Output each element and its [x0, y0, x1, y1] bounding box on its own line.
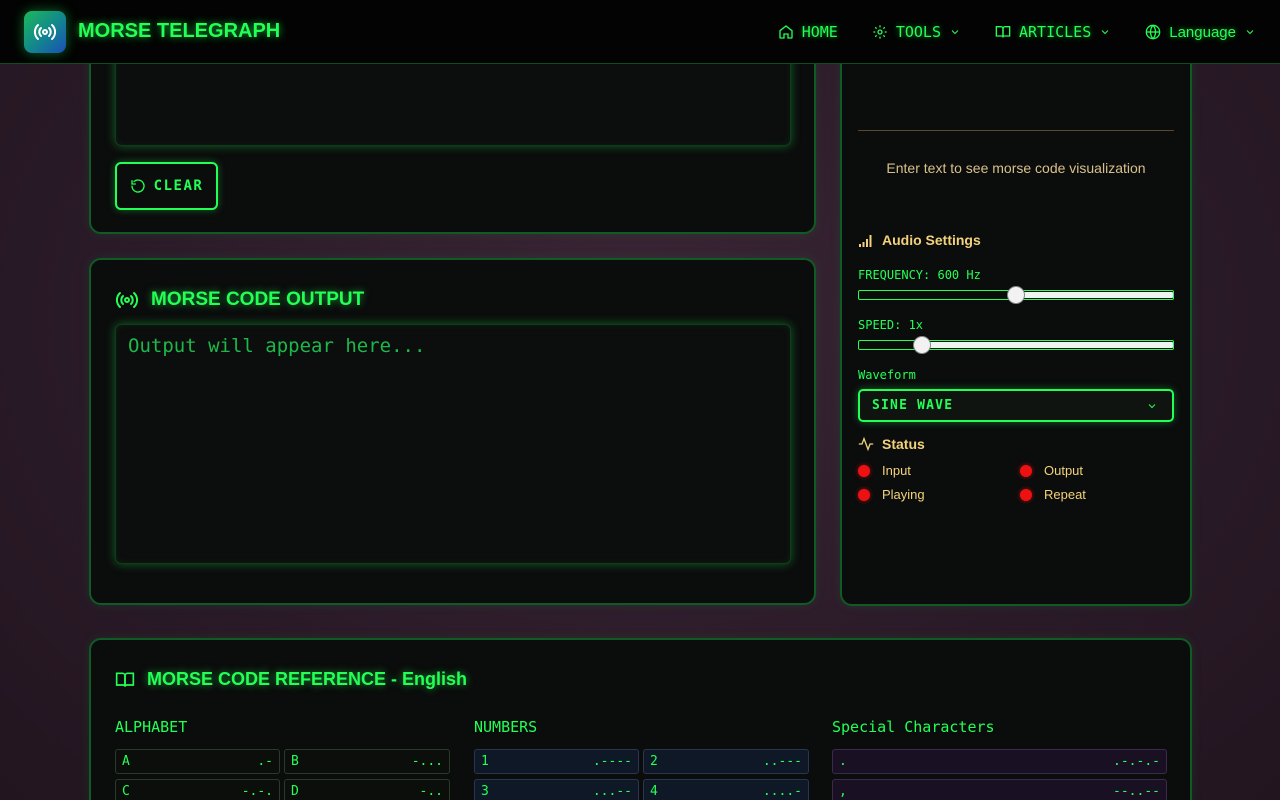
book-icon	[115, 672, 135, 687]
globe-icon	[1145, 24, 1161, 40]
status-repeat: Repeat	[1020, 487, 1086, 502]
alphabet-title: ALPHABET	[115, 718, 188, 736]
ref-code: -..	[419, 784, 443, 799]
visualization-text: Enter text to see morse code visualizati…	[886, 160, 1146, 176]
speed-slider-fill	[922, 342, 1173, 348]
reference-cell[interactable]: . .-.-.-	[832, 749, 1167, 774]
radio-broadcast-icon	[33, 24, 57, 40]
input-panel: CLEAR	[89, 40, 816, 234]
waveform-selected-value: SINE WAVE	[872, 398, 954, 413]
frequency-slider-fill	[1016, 292, 1173, 298]
rotate-ccw-icon	[131, 179, 145, 193]
reference-cell[interactable]: 4 ....-	[643, 779, 809, 800]
status-dot	[1020, 464, 1032, 477]
nav-articles[interactable]: ARTICLES	[995, 23, 1111, 41]
clear-button[interactable]: CLEAR	[115, 162, 218, 210]
home-icon	[779, 25, 793, 39]
ref-char: B	[291, 754, 299, 769]
nav-home-label: HOME	[801, 23, 838, 41]
ref-code: .-.-.-	[1113, 754, 1160, 769]
ref-char: A	[122, 754, 130, 769]
status-output: Output	[1020, 463, 1083, 478]
status-dot	[858, 464, 870, 477]
reference-title: MORSE CODE REFERENCE - English	[115, 669, 467, 690]
status-dot	[858, 488, 870, 501]
ref-char: .	[839, 754, 847, 769]
nav-tools[interactable]: TOOLS	[872, 23, 961, 41]
output-placeholder: Output will appear here...	[128, 335, 426, 357]
ref-char: 1	[481, 754, 489, 769]
status-input: Input	[858, 463, 911, 478]
speed-slider-thumb[interactable]	[913, 336, 931, 354]
ref-code: .----	[592, 754, 632, 769]
ref-code: ...--	[592, 784, 632, 799]
output-panel: MORSE CODE OUTPUT Output will appear her…	[89, 258, 816, 605]
frequency-label: FREQUENCY: 600 Hz	[858, 268, 981, 282]
reference-panel: MORSE CODE REFERENCE - English ALPHABET …	[89, 638, 1192, 800]
brand-title[interactable]: MORSE TELEGRAPH	[78, 20, 280, 43]
book-icon	[995, 26, 1011, 38]
nav-home[interactable]: HOME	[778, 23, 838, 41]
special-title: Special Characters	[832, 718, 995, 736]
numbers-title: NUMBERS	[474, 718, 538, 736]
logo[interactable]	[24, 11, 66, 53]
side-panel: Enter text to see morse code visualizati…	[840, 40, 1192, 606]
reference-cell[interactable]: 1 .----	[474, 749, 639, 774]
ref-char: 2	[650, 754, 658, 769]
signal-bars-icon	[859, 235, 872, 247]
status-dot	[1020, 488, 1032, 501]
speed-label: SPEED: 1x	[858, 318, 924, 332]
ref-code: -.-.	[241, 784, 273, 799]
output-title: MORSE CODE OUTPUT	[115, 288, 364, 312]
ref-char: C	[122, 784, 130, 799]
nav-language-label: Language	[1169, 23, 1236, 41]
reference-cell[interactable]: , --..--	[832, 779, 1167, 800]
radio-broadcast-icon	[115, 292, 139, 308]
nav-language[interactable]: Language	[1145, 24, 1256, 41]
ref-code: .-	[257, 754, 273, 769]
clear-button-label: CLEAR	[153, 178, 204, 194]
chevron-down-icon	[1246, 30, 1254, 35]
status-playing-label: Playing	[882, 487, 925, 502]
status-input-label: Input	[882, 463, 911, 478]
activity-icon	[858, 436, 874, 452]
status-playing: Playing	[858, 487, 925, 502]
nav-articles-label: ARTICLES	[1019, 23, 1092, 41]
ref-code: -...	[411, 754, 443, 769]
reference-cell[interactable]: B -...	[284, 749, 450, 774]
divider	[858, 130, 1174, 131]
status-title: Status	[858, 436, 925, 452]
status-repeat-label: Repeat	[1044, 487, 1086, 502]
waveform-label: Waveform	[858, 368, 916, 382]
speed-slider[interactable]	[858, 336, 1174, 354]
audio-settings-title: Audio Settings	[858, 232, 981, 248]
output-title-text: MORSE CODE OUTPUT	[151, 289, 365, 310]
ref-char: 4	[650, 784, 658, 799]
chevron-down-icon	[1101, 30, 1109, 35]
output-textarea[interactable]: Output will appear here...	[115, 324, 791, 564]
reference-cell[interactable]: D -..	[284, 779, 450, 800]
ref-code: --..--	[1113, 784, 1160, 799]
reference-cell[interactable]: 3 ...--	[474, 779, 639, 800]
ref-char: ,	[839, 784, 847, 799]
ref-char: D	[291, 784, 299, 799]
ref-char: 3	[481, 784, 489, 799]
reference-cell[interactable]: 2 ..---	[643, 749, 809, 774]
ref-code: ....-	[762, 784, 802, 799]
reference-cell[interactable]: A .-	[115, 749, 280, 774]
reference-title-text: MORSE CODE REFERENCE - English	[147, 669, 468, 689]
ref-code: ..---	[762, 754, 802, 769]
status-output-label: Output	[1044, 463, 1084, 478]
frequency-slider[interactable]	[858, 286, 1174, 304]
top-navbar: MORSE TELEGRAPH HOME TOOLS ARTICLES Lang…	[0, 0, 1280, 64]
gear-icon	[873, 25, 887, 39]
nav-tools-label: TOOLS	[895, 23, 941, 41]
reference-cell[interactable]: C -.-.	[115, 779, 280, 800]
chevron-down-icon	[1148, 403, 1156, 408]
chevron-down-icon	[951, 30, 959, 35]
waveform-select[interactable]: SINE WAVE	[858, 389, 1174, 422]
status-label: Status	[882, 436, 925, 452]
frequency-slider-thumb[interactable]	[1007, 286, 1025, 304]
audio-settings-label: Audio Settings	[882, 232, 981, 248]
